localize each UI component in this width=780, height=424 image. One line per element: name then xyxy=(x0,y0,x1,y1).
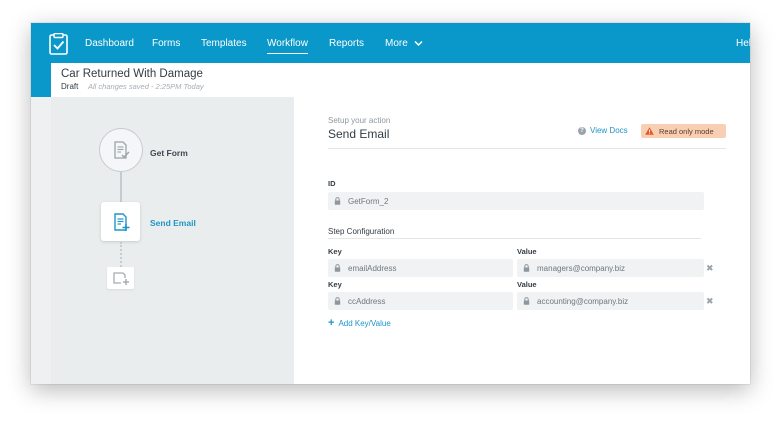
value-label: Value xyxy=(517,280,537,289)
key-label: Key xyxy=(328,280,342,289)
user-menu[interactable]: Hel xyxy=(736,37,750,50)
document-status: Draft xyxy=(61,82,79,91)
header-divider xyxy=(328,148,726,149)
plus-icon: + xyxy=(328,317,335,329)
view-docs-label: View Docs xyxy=(590,126,628,135)
document-add-icon xyxy=(113,212,129,231)
document-title: Car Returned With Damage xyxy=(61,68,203,80)
step-send-email-label[interactable]: Send Email xyxy=(150,218,196,228)
step-send-email[interactable] xyxy=(101,202,140,241)
document-check-icon xyxy=(114,141,130,159)
add-step-button[interactable] xyxy=(107,267,134,289)
key-field[interactable]: ccAddress xyxy=(328,292,513,310)
step-get-form[interactable] xyxy=(99,128,143,172)
id-field[interactable]: GetForm_2 xyxy=(328,192,704,210)
document-header: Car Returned With Damage Draft All chang… xyxy=(51,63,750,97)
remove-pair-icon[interactable]: ✖ xyxy=(706,263,714,273)
step-get-form-label[interactable]: Get Form xyxy=(150,148,188,158)
setup-label: Setup your action xyxy=(328,116,391,125)
nav-more-label: More xyxy=(385,38,408,49)
key-field[interactable]: emailAddress xyxy=(328,259,513,277)
action-title: Send Email xyxy=(328,127,390,141)
nav-forms[interactable]: Forms xyxy=(152,37,180,50)
nav-more[interactable]: More xyxy=(385,37,423,50)
step-configuration-label: Step Configuration xyxy=(328,227,395,236)
warning-icon xyxy=(645,127,654,135)
id-value: GetForm_2 xyxy=(348,196,389,206)
action-settings: Setup your action Send Email ? View Docs… xyxy=(294,97,750,384)
lock-icon xyxy=(523,264,530,272)
save-status: All changes saved - 2:25PM Today xyxy=(88,82,204,91)
value-value: accounting@company.biz xyxy=(537,296,629,306)
value-field[interactable]: accounting@company.biz xyxy=(517,292,704,310)
key-value: ccAddress xyxy=(348,296,386,306)
id-label: ID xyxy=(328,179,336,188)
value-value: managers@company.biz xyxy=(537,263,626,273)
add-key-value-label: Add Key/Value xyxy=(338,318,391,328)
app-window: Dashboard Forms Templates Workflow Repor… xyxy=(31,23,750,384)
help-icon: ? xyxy=(578,126,586,135)
lock-icon xyxy=(334,264,341,272)
left-strip xyxy=(31,97,51,384)
add-step-icon xyxy=(112,272,129,285)
step-connector-dotted xyxy=(120,242,122,267)
nav-templates[interactable]: Templates xyxy=(201,37,247,50)
workflow-panel: Get Form Send Email xyxy=(51,97,294,384)
config-divider xyxy=(328,238,701,239)
lock-icon xyxy=(334,197,341,205)
lock-icon xyxy=(523,297,530,305)
value-field[interactable]: managers@company.biz xyxy=(517,259,704,277)
view-docs-link[interactable]: ? View Docs xyxy=(578,126,628,135)
step-connector xyxy=(120,172,122,202)
chevron-down-icon xyxy=(414,40,423,46)
lock-icon xyxy=(334,297,341,305)
clipboard-check-icon[interactable] xyxy=(49,32,68,55)
nav-reports[interactable]: Reports xyxy=(329,37,364,50)
read-only-badge: Read only mode xyxy=(641,124,726,138)
remove-pair-icon[interactable]: ✖ xyxy=(706,296,714,306)
nav-dashboard[interactable]: Dashboard xyxy=(85,37,134,50)
nav-workflow[interactable]: Workflow xyxy=(267,37,308,54)
key-value: emailAddress xyxy=(348,263,397,273)
read-only-label: Read only mode xyxy=(659,126,714,136)
add-key-value-button[interactable]: + Add Key/Value xyxy=(328,317,391,329)
value-label: Value xyxy=(517,247,537,256)
key-label: Key xyxy=(328,247,342,256)
